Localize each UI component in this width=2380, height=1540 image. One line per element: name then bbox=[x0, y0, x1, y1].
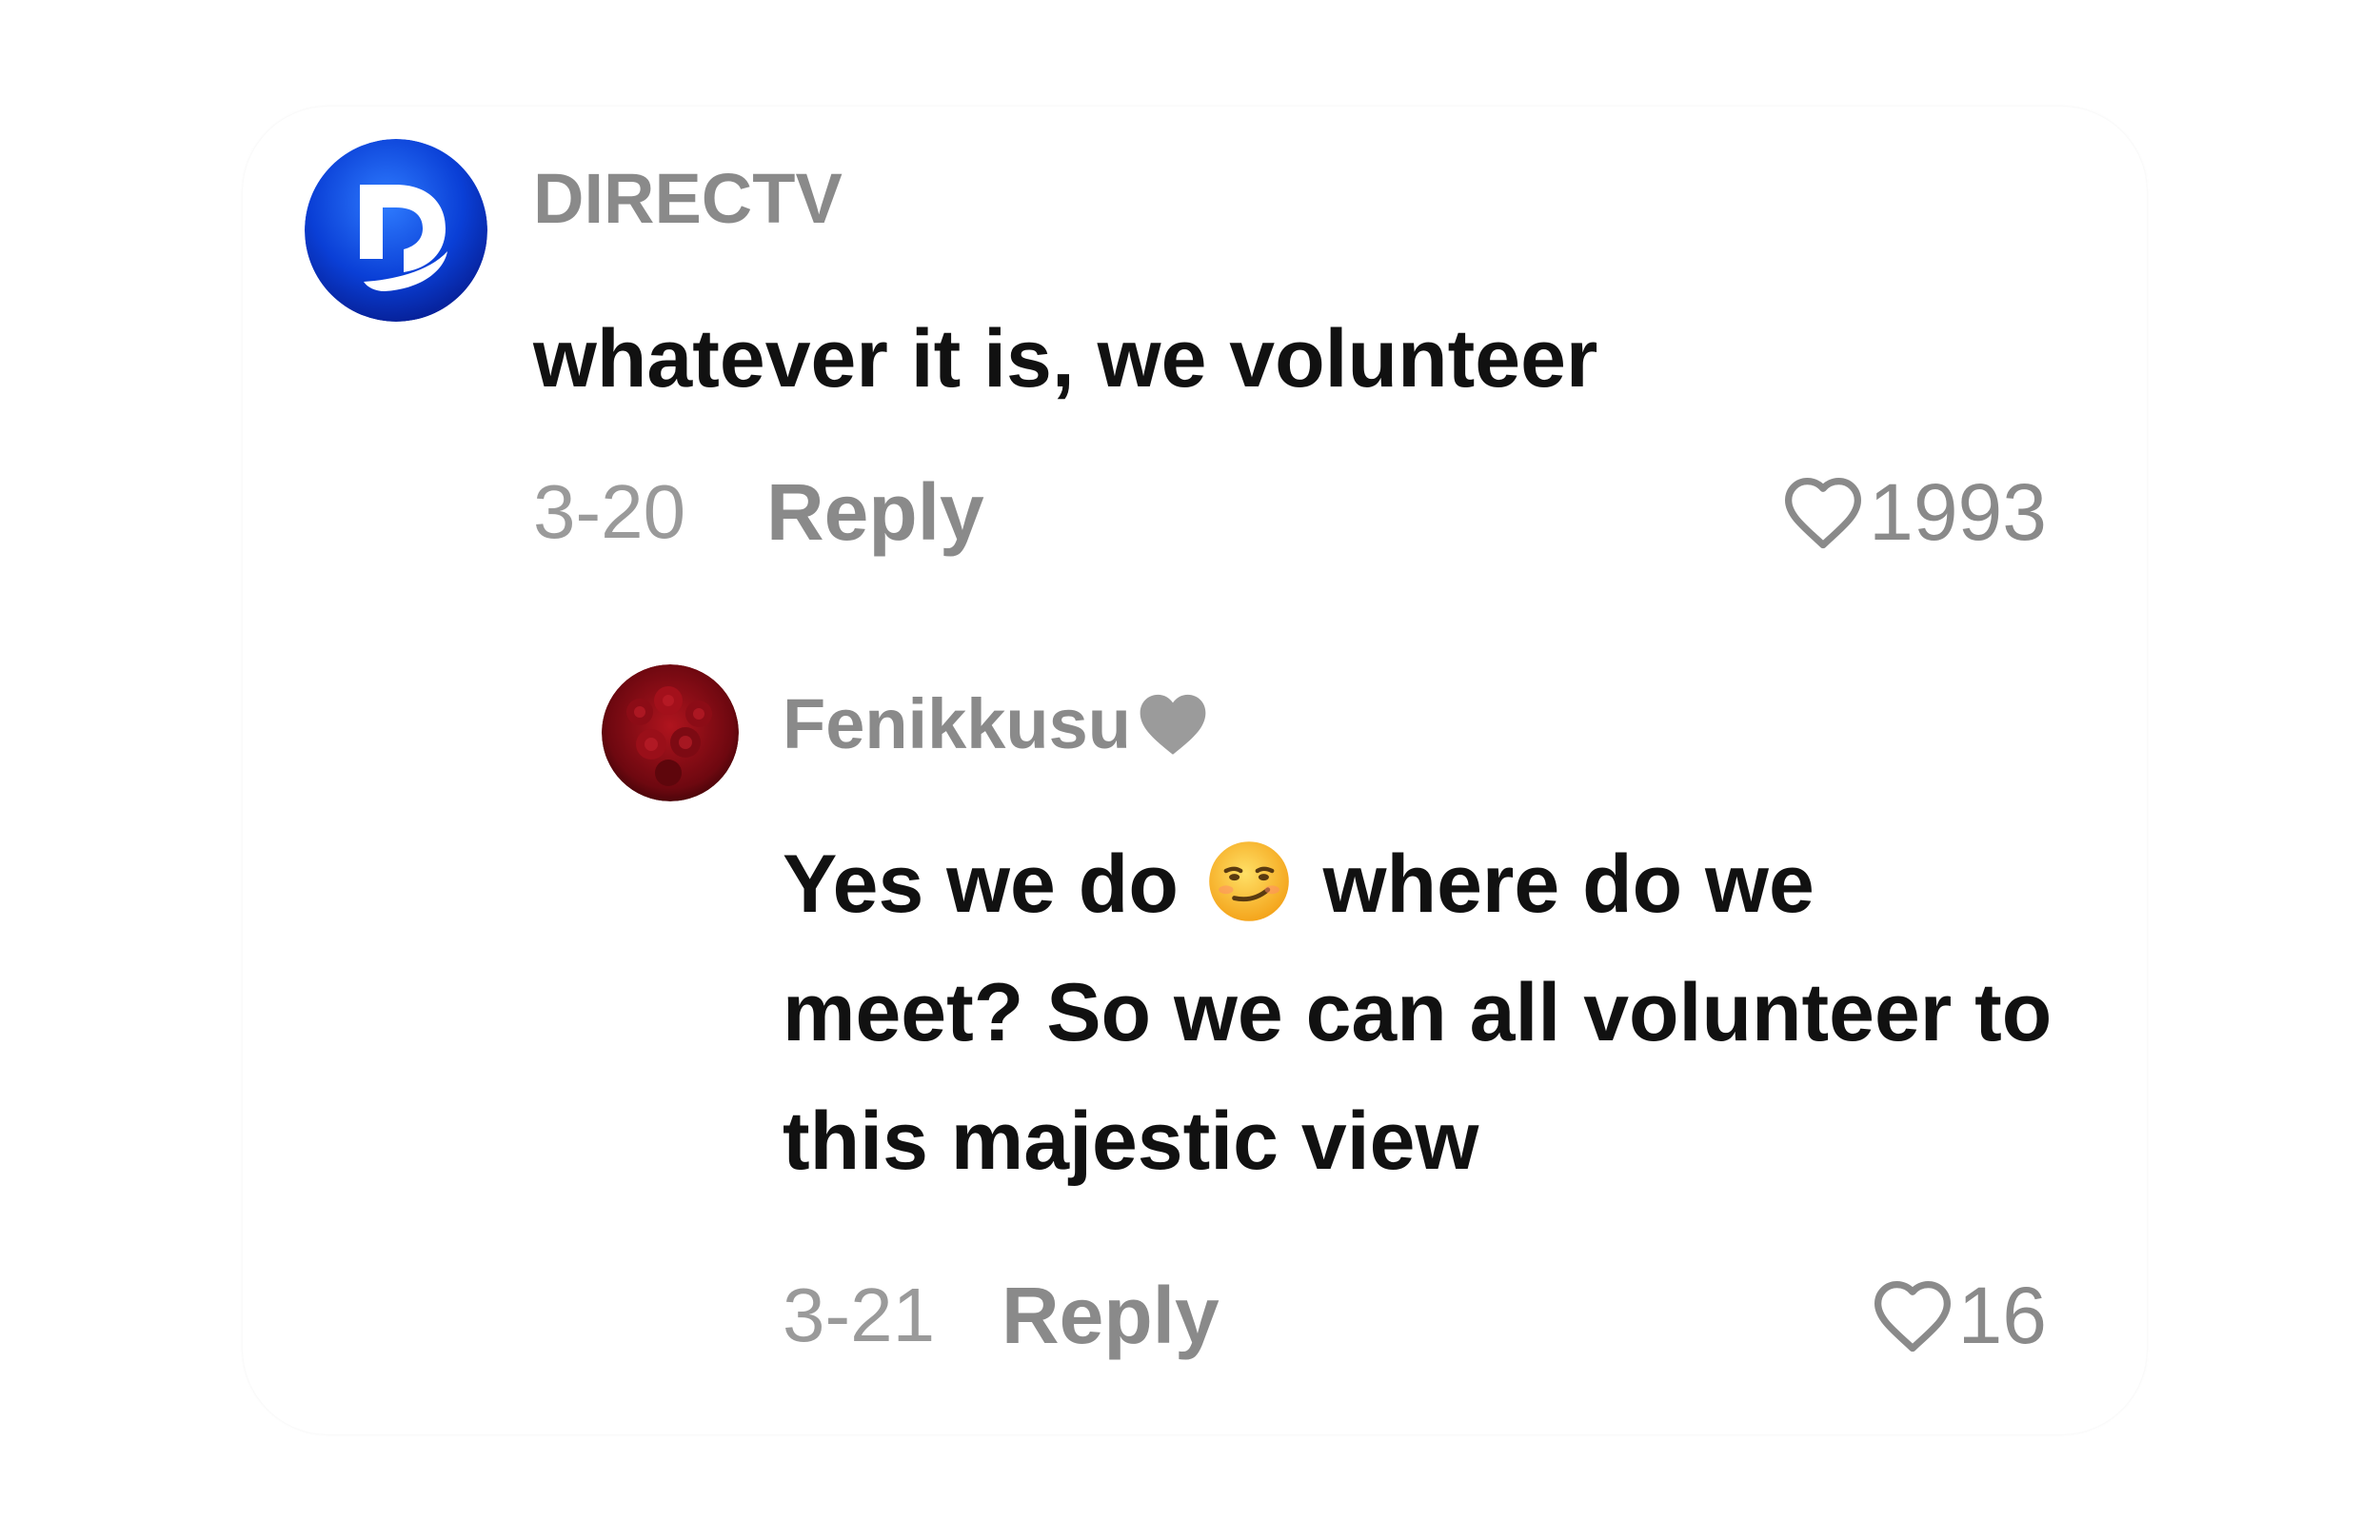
reply-username-row[interactable]: Fenikkusu bbox=[783, 681, 1211, 767]
like-button[interactable]: 1993 bbox=[1781, 464, 2047, 560]
comment-date: 3-20 bbox=[533, 469, 686, 554]
comment-meta: 3-20 Reply 1993 bbox=[533, 464, 2047, 560]
heart-outline-icon bbox=[1874, 1281, 1951, 1352]
reply-date: 3-21 bbox=[783, 1273, 936, 1357]
comment-text: whatever it is, we volunteer bbox=[533, 313, 1598, 405]
grey-heart-icon bbox=[1140, 694, 1206, 755]
like-count: 1993 bbox=[1869, 467, 2047, 557]
avatar[interactable] bbox=[305, 139, 487, 322]
red-roses-avatar-icon bbox=[602, 664, 739, 801]
reply-button[interactable]: Reply bbox=[766, 464, 984, 560]
reply-text: Yes we do where do we meet? So we can al… bbox=[783, 820, 2058, 1206]
comment-username[interactable]: DIRECTV bbox=[533, 156, 843, 242]
heart-outline-icon bbox=[1785, 478, 1862, 549]
reply-text-part-1: Yes we do bbox=[783, 839, 1201, 930]
reply-meta: 3-21 Reply 16 bbox=[783, 1268, 2047, 1363]
reply-like-count: 16 bbox=[1957, 1271, 2047, 1360]
reply-like-button[interactable]: 16 bbox=[1871, 1268, 2047, 1363]
reply-username: Fenikkusu bbox=[783, 684, 1131, 763]
reply-reply-button[interactable]: Reply bbox=[1002, 1268, 1220, 1363]
reply-avatar[interactable] bbox=[602, 664, 739, 801]
smirking-face-emoji-icon bbox=[1208, 841, 1289, 921]
directv-logo-icon bbox=[305, 139, 487, 322]
